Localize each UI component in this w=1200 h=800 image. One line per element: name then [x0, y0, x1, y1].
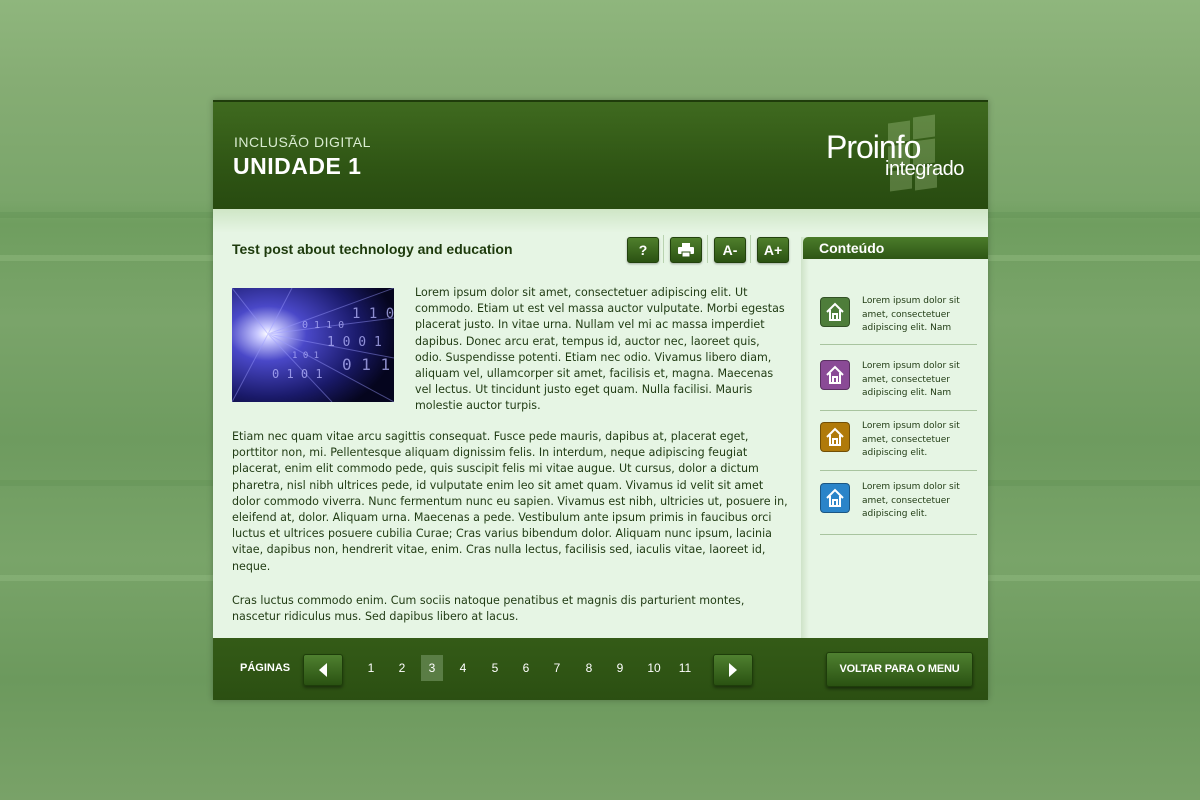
sidebar-header: Conteúdo: [803, 237, 988, 259]
font-increase-button[interactable]: A+: [757, 237, 789, 263]
header: INCLUSÃO DIGITAL UNIDADE 1 Proinfo integ…: [213, 100, 988, 211]
svg-text:0 1 1 0: 0 1 1 0: [302, 320, 344, 331]
page-link[interactable]: 8: [578, 655, 600, 681]
help-button[interactable]: ?: [627, 237, 659, 263]
unit-title: UNIDADE 1: [233, 153, 362, 179]
page-link[interactable]: 2: [391, 655, 413, 681]
post-paragraph: Lorem ipsum dolor sit amet, consectetuer…: [415, 286, 785, 413]
arrow-left-icon: [319, 663, 327, 677]
sidebar-item[interactable]: Lorem ipsum dolor sit amet, consectetuer…: [820, 350, 977, 411]
page-link[interactable]: 10: [643, 655, 665, 681]
sidebar-item[interactable]: Lorem ipsum dolor sit amet, consectetuer…: [820, 285, 977, 345]
sidebar-divider: [801, 237, 809, 638]
back-to-menu-button[interactable]: VOLTAR PARA O MENU: [826, 652, 973, 687]
home-icon: [820, 360, 850, 390]
sidebar-item[interactable]: Lorem ipsum dolor sit amet, consectetuer…: [820, 475, 977, 535]
header-subtitle: INCLUSÃO DIGITAL: [234, 134, 371, 150]
svg-text:1 0 1: 1 0 1: [292, 351, 319, 361]
page-link[interactable]: 5: [484, 655, 506, 681]
previous-page-button[interactable]: [303, 654, 343, 686]
header-glow: [213, 209, 988, 233]
footer-navigation: PÁGINAS 1 2 3 4 5 6 7 8 9 10 11 VOLTAR P…: [213, 638, 988, 700]
logo-subtext: integrado: [885, 158, 964, 180]
page-link[interactable]: 11: [674, 655, 696, 681]
page-link[interactable]: 6: [515, 655, 537, 681]
svg-text:0 1 0 1: 0 1 0 1: [272, 367, 323, 381]
svg-text:1 1 0: 1 1 0: [352, 306, 394, 322]
print-button[interactable]: [670, 237, 702, 263]
toolbar-divider: [707, 235, 708, 263]
home-icon: [820, 422, 850, 452]
page-link[interactable]: 1: [360, 655, 382, 681]
page-link[interactable]: 4: [452, 655, 474, 681]
app-window: INCLUSÃO DIGITAL UNIDADE 1 Proinfo integ…: [213, 100, 988, 700]
post-title: Test post about technology and education: [232, 241, 513, 257]
sidebar-item-label: Lorem ipsum dolor sit amet, consectetuer…: [862, 296, 960, 333]
page-link[interactable]: 7: [546, 655, 568, 681]
svg-text:0 1 1: 0 1 1: [342, 355, 390, 374]
printer-icon: [678, 243, 694, 257]
toolbar-divider: [663, 235, 664, 263]
proinfo-logo: Proinfo integrado: [823, 110, 983, 200]
technology-image: 0 1 1 0 1 0 0 1 0 1 1 1 0 1 1 1 0 0 1 0 …: [232, 288, 394, 402]
font-decrease-button[interactable]: A-: [714, 237, 746, 263]
page-link[interactable]: 9: [609, 655, 631, 681]
sidebar-item[interactable]: Lorem ipsum dolor sit amet, consectetuer…: [820, 415, 977, 471]
arrow-right-icon: [729, 663, 737, 677]
toolbar-divider: [750, 235, 751, 263]
sidebar-item-label: Lorem ipsum dolor sit amet, consectetuer…: [862, 421, 960, 458]
sidebar-item-label: Lorem ipsum dolor sit amet, consectetuer…: [862, 482, 960, 519]
sidebar-item-label: Lorem ipsum dolor sit amet, consectetuer…: [862, 361, 960, 398]
sidebar-title: Conteúdo: [819, 240, 885, 256]
next-page-button[interactable]: [713, 654, 753, 686]
home-icon: [820, 483, 850, 513]
page-link-current[interactable]: 3: [421, 655, 443, 681]
post-paragraph: Cras luctus commodo enim. Cum sociis nat…: [232, 594, 745, 624]
svg-text:1 0 0 1: 1 0 0 1: [327, 335, 382, 350]
post-paragraph: Etiam nec quam vitae arcu sagittis conse…: [232, 430, 788, 573]
pages-label: PÁGINAS: [240, 662, 291, 674]
home-icon: [820, 297, 850, 327]
